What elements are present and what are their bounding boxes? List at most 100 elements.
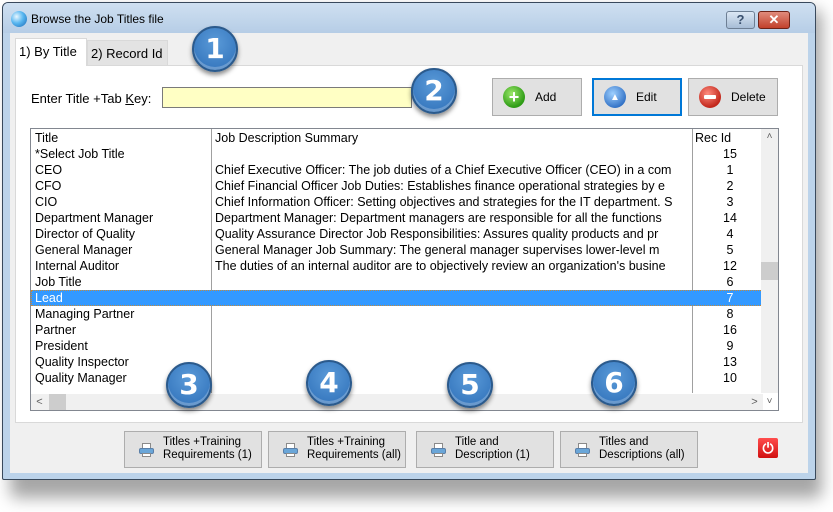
- table-row[interactable]: Department Manager Department Manager: De…: [31, 210, 763, 226]
- title-bar: Browse the Job Titles file ? ✕: [3, 3, 815, 33]
- cell-rec-id: 9: [726, 339, 734, 353]
- cell-title: Partner: [35, 323, 76, 337]
- label-line1: Title and: [455, 436, 499, 448]
- cell-rec-id: 1: [726, 163, 734, 177]
- browse-job-titles-window: Browse the Job Titles file ? ✕ 1) By Tit…: [2, 2, 816, 480]
- horizontal-scroll-thumb[interactable]: [49, 394, 66, 410]
- cell-title: Job Title: [35, 275, 82, 289]
- edit-label: Edit: [636, 90, 657, 104]
- table-row[interactable]: General Manager General Manager Job Summa…: [31, 242, 763, 258]
- vertical-scrollbar[interactable]: ˄: [761, 129, 778, 393]
- tab-by-title[interactable]: 1) By Title: [15, 38, 87, 66]
- table-row[interactable]: Quality Manager 10: [31, 370, 763, 386]
- cell-description: General Manager Job Summary: The general…: [215, 243, 660, 257]
- table-row[interactable]: President 9: [31, 338, 763, 354]
- table-row[interactable]: Quality Inspector 13: [31, 354, 763, 370]
- print-titles-descriptions-all-button[interactable]: Titles and Descriptions (all): [560, 431, 698, 468]
- cell-description: Department Manager: Department managers …: [215, 211, 662, 225]
- table-row[interactable]: Internal Auditor The duties of an interna…: [31, 258, 763, 274]
- cell-description: Chief Executive Officer: The job duties …: [215, 163, 672, 177]
- cell-rec-id: 4: [726, 227, 734, 241]
- horizontal-scrollbar[interactable]: < >: [31, 394, 763, 410]
- button-label: Titles and Descriptions (all): [599, 436, 697, 462]
- cell-rec-id: 13: [723, 355, 737, 369]
- printer-icon: [139, 443, 154, 457]
- cell-description: [215, 306, 692, 322]
- printer-icon: [431, 443, 446, 457]
- delete-button[interactable]: Delete: [688, 78, 778, 116]
- cell-title: General Manager: [35, 243, 133, 257]
- exit-power-button[interactable]: ⏻: [758, 438, 778, 458]
- print-title-description-one-button[interactable]: Title and Description (1): [416, 431, 554, 468]
- close-button[interactable]: ✕: [758, 11, 790, 29]
- table-row[interactable]: CIO Chief Information Officer: Setting ob…: [31, 194, 763, 210]
- help-button[interactable]: ?: [726, 11, 755, 29]
- scroll-up-icon[interactable]: ˄: [761, 129, 778, 145]
- column-header-title[interactable]: Title: [35, 130, 210, 146]
- printer-icon: [283, 443, 298, 457]
- add-label: Add: [535, 90, 557, 104]
- cell-rec-id: 12: [723, 259, 737, 273]
- cell-description: Chief Information Officer: Setting objec…: [215, 195, 673, 209]
- callout-badge: 3: [166, 362, 212, 408]
- grid-header: Title Job Description Summary Rec Id: [31, 130, 763, 146]
- button-label: Titles +Training Requirements (1): [163, 436, 261, 462]
- app-globe-icon: [11, 11, 27, 27]
- label-line1: Titles +Training: [307, 436, 386, 448]
- callout-badge: 2: [411, 68, 457, 114]
- triangle-edit-icon: ▲: [604, 86, 626, 108]
- printer-icon: [575, 443, 590, 457]
- cell-rec-id: 2: [726, 179, 734, 193]
- label-line2: Description (1): [455, 449, 530, 461]
- label-line1: Titles and: [599, 436, 649, 448]
- cell-rec-id: 5: [726, 243, 734, 257]
- table-row[interactable]: Managing Partner 8: [31, 306, 763, 322]
- scroll-down-icon[interactable]: ˅: [761, 394, 778, 410]
- tab-panel: Enter Title +Tab Key: + Add ▲ Edit Delet…: [15, 65, 803, 423]
- cell-rec-id: 14: [723, 211, 737, 225]
- tab-record-id[interactable]: 2) Record Id: [87, 40, 168, 66]
- cell-title: Internal Auditor: [35, 259, 120, 273]
- label-line2: Descriptions (all): [599, 449, 685, 461]
- job-titles-grid[interactable]: Title Job Description Summary Rec Id *Se…: [30, 128, 779, 411]
- cell-description: Quality Assurance Director Job Responsib…: [215, 227, 659, 241]
- cell-title: CFO: [35, 179, 62, 193]
- column-header-rec-id[interactable]: Rec Id: [695, 130, 765, 146]
- callout-badge: 6: [591, 360, 637, 406]
- cell-title: CEO: [35, 163, 63, 177]
- search-label-prefix: Enter Title +Tab: [31, 91, 126, 106]
- cell-rec-id: 15: [723, 147, 737, 161]
- table-row[interactable]: CEO Chief Executive Officer: The job duti…: [31, 162, 763, 178]
- cell-rec-id: 6: [726, 275, 734, 289]
- delete-label: Delete: [731, 90, 766, 104]
- cell-title: CIO: [35, 195, 58, 209]
- button-label: Titles +Training Requirements (all): [307, 436, 405, 462]
- scroll-right-icon[interactable]: >: [746, 394, 763, 410]
- table-row[interactable]: CFO Chief Financial Officer Job Duties: E…: [31, 178, 763, 194]
- plus-icon: +: [503, 86, 525, 108]
- table-row[interactable]: Director of Quality Quality Assurance Dir…: [31, 226, 763, 242]
- button-label: Title and Description (1): [455, 436, 553, 462]
- cell-description: [215, 338, 692, 354]
- scroll-left-icon[interactable]: <: [31, 394, 48, 410]
- title-search-input[interactable]: [162, 87, 412, 108]
- vertical-scroll-thumb[interactable]: [761, 262, 778, 280]
- print-titles-training-one-button[interactable]: Titles +Training Requirements (1): [124, 431, 262, 468]
- cell-title: Director of Quality: [35, 227, 136, 241]
- edit-button[interactable]: ▲ Edit: [592, 78, 682, 116]
- column-header-description[interactable]: Job Description Summary: [215, 130, 692, 146]
- add-button[interactable]: + Add: [492, 78, 582, 116]
- cell-title: *Select Job Title: [35, 147, 125, 161]
- table-row[interactable]: Partner 16: [31, 322, 763, 338]
- cell-description: [215, 322, 692, 338]
- cell-description: The duties of an internal auditor are to…: [215, 259, 666, 273]
- cell-rec-id: 10: [723, 371, 737, 385]
- table-row[interactable]: Job Title 6: [31, 274, 763, 290]
- table-row[interactable]: Lead 7: [31, 290, 763, 306]
- callout-badge: 4: [306, 360, 352, 406]
- callout-badge: 1: [192, 26, 238, 72]
- table-row[interactable]: *Select Job Title 15: [31, 146, 763, 162]
- label-line1: Titles +Training: [163, 436, 242, 448]
- print-titles-training-all-button[interactable]: Titles +Training Requirements (all): [268, 431, 406, 468]
- search-label-mnemonic: K: [125, 91, 134, 106]
